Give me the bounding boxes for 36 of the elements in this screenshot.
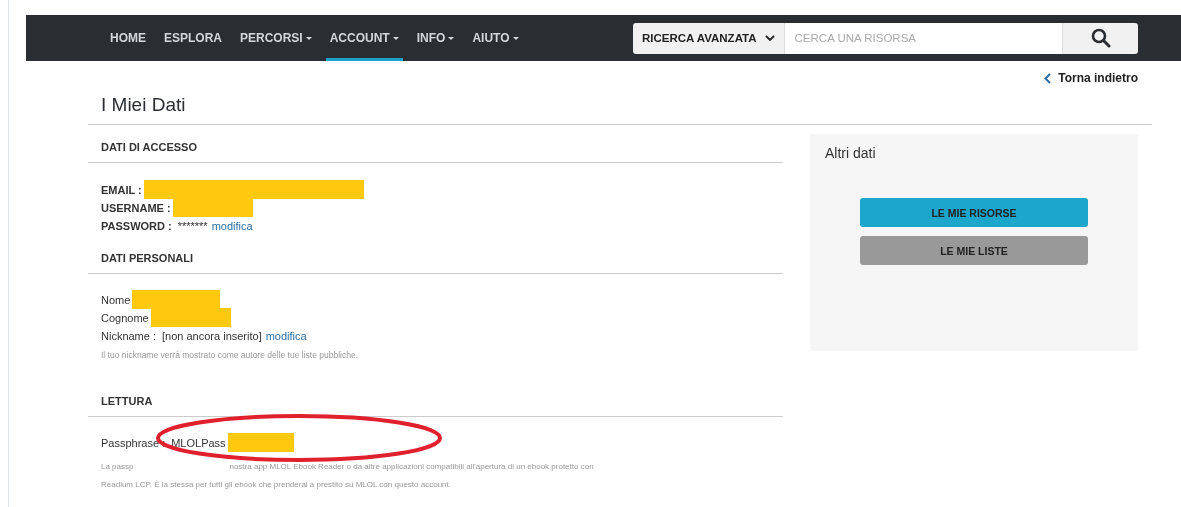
section-title: DATI DI ACCESSO [101,141,197,153]
nav-tab[interactable]: AIUTO [468,15,523,61]
nav-tab[interactable]: ESPLORA [160,15,226,61]
field-label: Nickname : [101,329,157,342]
field-label: EMAIL : [101,183,142,196]
action-button[interactable]: LE MIE LISTE [860,236,1088,265]
field-label: Passphrase : [101,436,166,449]
search-field[interactable]: CERCA UNA RISORSA [784,22,1062,54]
help-text: Il tuo nickname verrà mostrato come autore delle tue liste pubbliche. [101,349,360,362]
help-text: La passp [101,461,134,473]
nav-tab[interactable]: INFO [412,15,459,61]
chevron-left-icon [1044,72,1052,84]
search-icon [1090,28,1111,48]
help-text: nostra app MLOL Ebook Reader o da altre applicazioni compatibili all'apertura di un ebook protetto con [229,461,594,473]
edit-link[interactable]: modifica [265,329,307,342]
field-value: MLOLPass [171,436,226,449]
back-link[interactable]: Torna indietro [1044,71,1138,85]
field-label: Nome [101,293,131,306]
section-title: DATI PERSONALI [101,252,194,264]
help-text: Readium LCP. È la stessa per tutti gli ebook che prenderai a prestito su MLOL con questo account. [101,479,452,491]
search-button[interactable] [1062,22,1138,54]
field-label: USERNAME : [101,201,171,214]
nav-tab[interactable]: ACCOUNT [325,15,403,61]
page-title: I Miei Dati [101,94,186,116]
panel-title: Altri dati [825,145,876,161]
field-value: [non ancora inserito] [162,329,262,342]
field-label: Cognome [101,311,149,324]
section-title: LETTURA [101,395,153,407]
field-label: PASSWORD : [101,219,172,232]
nav-tab[interactable]: HOME [106,15,150,61]
nav-tab[interactable]: PERCORSI [236,15,316,61]
chevron-down-icon [764,34,775,42]
search-scope-dropdown[interactable]: RICERCA AVANZATA [633,22,785,54]
action-button[interactable]: LE MIE RISORSE [860,198,1088,227]
field-value: ******* [177,219,208,232]
edit-link[interactable]: modifica [211,219,253,232]
